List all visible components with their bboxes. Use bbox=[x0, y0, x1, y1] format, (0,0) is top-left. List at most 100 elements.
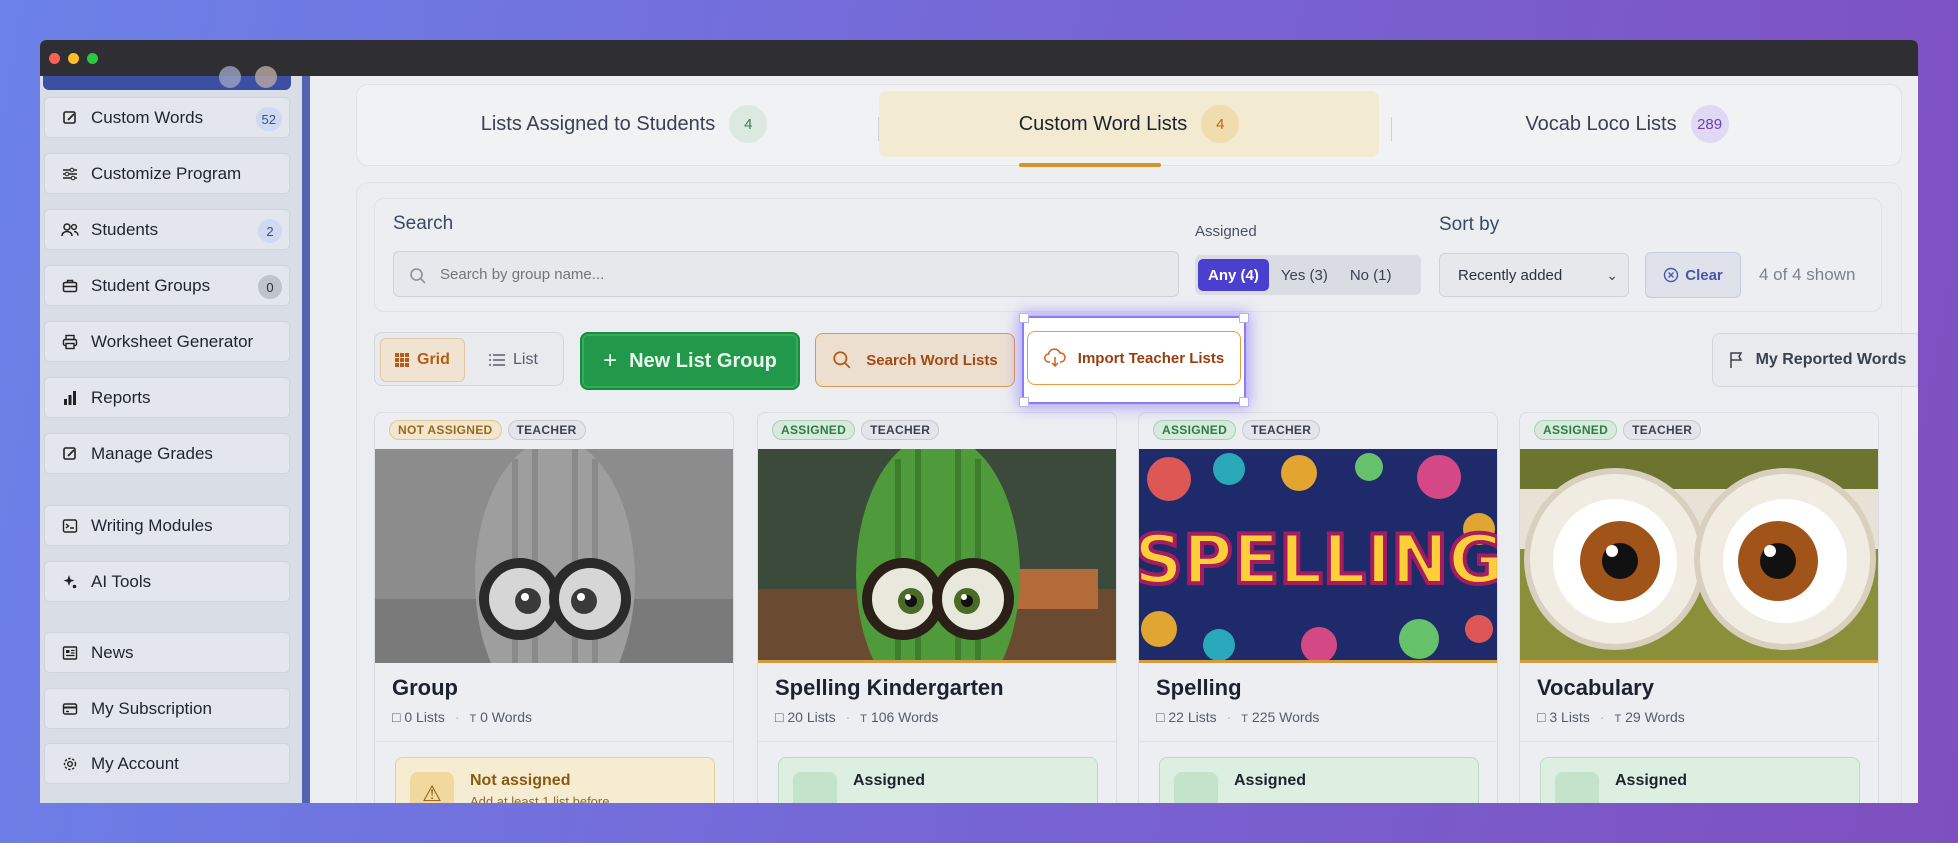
text-icon: T bbox=[1614, 713, 1622, 725]
sort-label: Sort by bbox=[1439, 214, 1500, 235]
card-divider bbox=[758, 741, 1116, 742]
my-reported-words-label: My Reported Words bbox=[1755, 351, 1907, 368]
results-count: 4 of 4 shown bbox=[1759, 265, 1856, 284]
card-divider bbox=[375, 741, 733, 742]
sidebar-item-writing-modules[interactable]: Writing Modules bbox=[44, 505, 290, 546]
tab-lists-assigned[interactable]: Lists Assigned to Students 4 bbox=[409, 91, 839, 157]
search-icon bbox=[410, 268, 426, 284]
active-tab-indicator bbox=[1019, 163, 1161, 167]
owner-badge: TEACHER bbox=[1242, 420, 1321, 440]
sliders-icon bbox=[61, 165, 79, 183]
sidebar-item-customize-program[interactable]: Customize Program bbox=[44, 153, 290, 194]
new-list-group-button[interactable]: + New List Group bbox=[580, 332, 800, 390]
sidebar: Custom Words 52 Customize Program Studen… bbox=[40, 66, 310, 803]
lists-count: □ 20 Lists bbox=[775, 709, 836, 725]
card-image-cactus-grayscale bbox=[375, 449, 733, 663]
card-image-eyes bbox=[1520, 449, 1878, 663]
tab-label: Vocab Loco Lists bbox=[1525, 112, 1677, 135]
avatar[interactable] bbox=[255, 66, 277, 88]
window-titlebar bbox=[40, 40, 1918, 76]
resize-handle bbox=[1019, 397, 1029, 407]
sidebar-item-students[interactable]: Students 2 bbox=[44, 209, 290, 250]
chevron-down-icon: ⌄ bbox=[1606, 267, 1618, 283]
card-tags: ASSIGNED TEACHER bbox=[1534, 420, 1702, 440]
lists-icon: □ bbox=[775, 709, 784, 725]
clear-button[interactable]: Clear bbox=[1645, 252, 1741, 298]
sidebar-item-worksheet-generator[interactable]: Worksheet Generator bbox=[44, 321, 290, 362]
status-title: Not assigned bbox=[470, 772, 571, 789]
assigned-yes-option[interactable]: Yes (3) bbox=[1271, 259, 1338, 291]
tab-count-badge: 4 bbox=[729, 105, 768, 143]
sidebar-scrollbar[interactable] bbox=[302, 76, 310, 803]
warning-icon: ⚠ bbox=[410, 772, 454, 803]
meta-separator: · bbox=[454, 709, 460, 725]
assignment-status: Assigned bbox=[778, 757, 1098, 803]
search-input[interactable] bbox=[393, 251, 1179, 297]
card-tags: ASSIGNED TEACHER bbox=[772, 420, 940, 440]
new-list-group-label: New List Group bbox=[629, 349, 777, 372]
card-title: Vocabulary bbox=[1537, 675, 1654, 700]
lists-icon: □ bbox=[392, 709, 401, 725]
sidebar-item-my-account[interactable]: My Account bbox=[44, 743, 290, 784]
sort-select[interactable]: Recently added ⌄ bbox=[1439, 253, 1629, 297]
close-window-icon[interactable] bbox=[49, 52, 60, 64]
sidebar-item-label: Writing Modules bbox=[91, 515, 213, 535]
tab-label: Lists Assigned to Students bbox=[480, 112, 716, 135]
sidebar-item-label: Student Groups bbox=[91, 275, 211, 295]
sidebar-item-student-groups[interactable]: Student Groups 0 bbox=[44, 265, 290, 306]
lists-icon: □ bbox=[1537, 709, 1546, 725]
card-divider bbox=[1139, 741, 1497, 742]
briefcase-icon bbox=[61, 277, 79, 295]
assigned-label: Assigned bbox=[1195, 223, 1257, 240]
assigned-any-option[interactable]: Any (4) bbox=[1198, 259, 1269, 291]
check-icon bbox=[1174, 772, 1218, 803]
card-meta: □ 20 Lists · T 106 Words bbox=[775, 709, 938, 725]
search-word-lists-button[interactable]: Search Word Lists bbox=[815, 333, 1015, 387]
list-icon bbox=[489, 354, 505, 366]
sidebar-item-label: My Account bbox=[91, 753, 179, 773]
list-group-card[interactable]: ASSIGNED TEACHER SPELLING Spelling □ 22 … bbox=[1138, 412, 1498, 803]
words-count: T 106 Words bbox=[860, 709, 938, 725]
list-group-card[interactable]: ASSIGNED TEACHER bbox=[1519, 412, 1879, 803]
sidebar-item-custom-words[interactable]: Custom Words 52 bbox=[44, 97, 290, 138]
sidebar-item-manage-grades[interactable]: Manage Grades bbox=[44, 433, 290, 474]
search-label: Search bbox=[393, 213, 454, 234]
sidebar-item-label: Custom Words bbox=[91, 107, 204, 127]
users-icon bbox=[61, 221, 79, 239]
plus-icon: + bbox=[603, 347, 618, 374]
grid-view-button[interactable]: Grid bbox=[380, 338, 465, 382]
bar-chart-icon bbox=[61, 389, 79, 407]
lists-count-value: 3 Lists bbox=[1549, 709, 1590, 725]
assigned-filter: Any (4) Yes (3) No (1) bbox=[1195, 255, 1421, 295]
sidebar-item-my-subscription[interactable]: My Subscription bbox=[44, 688, 290, 729]
search-word-lists-label: Search Word Lists bbox=[866, 351, 998, 369]
sidebar-item-reports[interactable]: Reports bbox=[44, 377, 290, 418]
filter-panel: Search Assigned Any (4) Yes (3) No (1) S… bbox=[374, 198, 1882, 312]
card-meta: □ 22 Lists · T 225 Words bbox=[1156, 709, 1319, 725]
minimize-window-icon[interactable] bbox=[68, 52, 79, 64]
edit-icon bbox=[61, 109, 79, 127]
tab-custom-word-lists[interactable]: Custom Word Lists 4 bbox=[879, 91, 1379, 157]
sidebar-header bbox=[43, 66, 291, 90]
list-view-button[interactable]: List bbox=[475, 338, 552, 382]
sidebar-item-news[interactable]: News bbox=[44, 632, 290, 673]
my-reported-words-button[interactable]: My Reported Words bbox=[1712, 333, 1918, 387]
lists-count-value: 0 Lists bbox=[404, 709, 445, 725]
status-badge: NOT ASSIGNED bbox=[389, 420, 502, 440]
tab-label: Custom Word Lists bbox=[1018, 112, 1188, 135]
lists-count-value: 22 Lists bbox=[1168, 709, 1217, 725]
avatar[interactable] bbox=[219, 66, 241, 88]
sidebar-item-label: Customize Program bbox=[91, 163, 242, 183]
import-teacher-lists-button[interactable]: Import Teacher Lists bbox=[1027, 331, 1241, 385]
tab-bar: Lists Assigned to Students 4 Custom Word… bbox=[356, 84, 1902, 167]
words-count-value: 225 Words bbox=[1251, 709, 1320, 725]
lists-icon: □ bbox=[1156, 709, 1165, 725]
list-group-card[interactable]: ASSIGNED TEACHER bbox=[757, 412, 1117, 803]
sidebar-item-ai-tools[interactable]: AI Tools bbox=[44, 561, 290, 602]
assigned-no-option[interactable]: No (1) bbox=[1340, 259, 1402, 291]
tab-vocab-loco-lists[interactable]: Vocab Loco Lists 289 bbox=[1397, 91, 1857, 157]
maximize-window-icon[interactable] bbox=[87, 52, 98, 64]
list-group-card[interactable]: NOT ASSIGNED TEACHER Group □ 0 Lists · T… bbox=[374, 412, 734, 803]
status-badge: ASSIGNED bbox=[1153, 420, 1237, 440]
meta-separator: · bbox=[845, 709, 851, 725]
